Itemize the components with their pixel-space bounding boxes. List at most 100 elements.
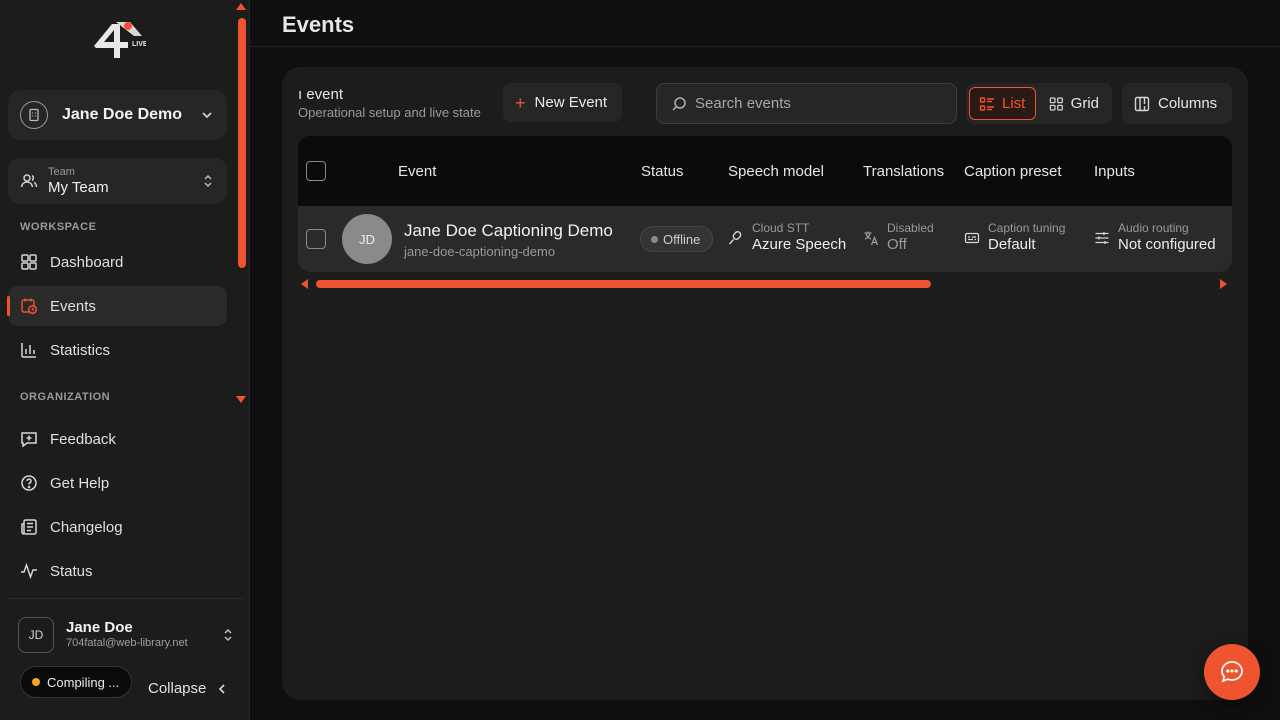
chevron-down-icon (202, 112, 212, 119)
columns-icon (1134, 96, 1150, 111)
compiling-status-badge: Compiling ... (20, 666, 132, 698)
columns-button[interactable]: Columns (1122, 83, 1232, 124)
sidebar-item-get-help[interactable]: Get Help (8, 463, 227, 503)
view-list-label: List (1002, 95, 1026, 112)
speech-model-value: Azure Speech (752, 235, 847, 253)
sidebar-item-events[interactable]: Events (7, 286, 227, 326)
compiling-label: Compiling ... (47, 674, 120, 690)
logo[interactable]: LIVE (90, 18, 148, 62)
sidebar-item-label: Statistics (50, 341, 111, 359)
chevron-left-icon (219, 683, 225, 694)
sidebar-item-label: Status (50, 562, 93, 580)
collapse-label: Collapse (148, 680, 207, 697)
speech-model-provider: Cloud STT (752, 221, 810, 235)
sidebar-item-label: Get Help (50, 474, 110, 492)
help-circle-icon (21, 475, 37, 491)
column-header-translations[interactable]: Translations (863, 163, 944, 180)
captions-icon (964, 232, 980, 243)
translations-cell: Disabled Off (863, 221, 934, 253)
plus-icon: + (515, 92, 526, 113)
view-list-button[interactable]: List (969, 87, 1036, 120)
sidebar-divider (8, 598, 243, 599)
collapse-sidebar-button[interactable]: Collapse (148, 680, 228, 697)
list-icon (979, 96, 994, 111)
org-name: Jane Doe Demo (62, 106, 183, 123)
speech-model-cell: Cloud STT Azure Speech (728, 221, 847, 253)
event-slug: jane-doe-captioning-demo (404, 244, 556, 259)
sidebar-item-dashboard[interactable]: Dashboard (8, 242, 227, 282)
search-icon (672, 96, 686, 111)
building-icon (20, 101, 48, 129)
grid-icon (1049, 96, 1063, 111)
scroll-left-arrow[interactable] (301, 279, 308, 289)
chevron-up-down-icon (204, 174, 212, 188)
status-label: Offline (663, 231, 701, 247)
user-name: Jane Doe (66, 619, 133, 637)
new-event-label: New Event (534, 94, 608, 111)
column-header-event[interactable]: Event (398, 163, 436, 180)
column-header-inputs[interactable]: Inputs (1094, 163, 1135, 180)
column-header-caption-preset[interactable]: Caption preset (964, 163, 1062, 180)
row-checkbox[interactable] (306, 229, 326, 249)
workspace-section-label: WORKSPACE (20, 221, 97, 233)
scroll-up-arrow[interactable] (236, 3, 246, 10)
calendar-clock-icon (21, 298, 38, 315)
dashboard-icon (21, 254, 37, 270)
translate-icon (864, 231, 879, 245)
sidebar-item-label: Feedback (50, 430, 116, 448)
team-switcher[interactable]: Team My Team (8, 158, 227, 204)
search-box[interactable] (656, 83, 957, 124)
sidebar-item-feedback[interactable]: Feedback (8, 419, 227, 459)
column-header-speech-model[interactable]: Speech model (728, 163, 824, 180)
events-table: Event Status Speech model Translations C… (298, 136, 1232, 272)
sidebar-item-label: Events (50, 297, 96, 315)
top-bar: Events (250, 0, 1280, 47)
scroll-right-arrow[interactable] (1220, 279, 1227, 289)
svg-text:LIVE: LIVE (132, 41, 146, 48)
scroll-down-arrow[interactable] (236, 396, 246, 403)
caption-preset-value: Default (988, 235, 1036, 253)
sliders-icon (1095, 231, 1109, 244)
newspaper-icon (21, 519, 37, 535)
event-avatar: JD (342, 214, 392, 264)
view-toggle: List Grid (966, 83, 1112, 124)
user-menu[interactable]: JD Jane Doe 704fatal@web-library.net (8, 612, 235, 658)
user-email: 704fatal@web-library.net (66, 637, 188, 650)
inputs-value: Not configured (1118, 235, 1216, 253)
table-row[interactable]: JD Jane Doe Captioning Demo jane-doe-cap… (298, 206, 1232, 272)
translations-value: Off (887, 235, 907, 253)
new-event-button[interactable]: + New Event (503, 83, 622, 122)
bar-chart-icon (21, 343, 36, 358)
search-input[interactable] (695, 95, 956, 112)
translations-state: Disabled (887, 221, 934, 235)
view-grid-button[interactable]: Grid (1040, 87, 1108, 120)
sidebar-item-changelog[interactable]: Changelog (8, 507, 227, 547)
status-badge: Offline (640, 226, 713, 252)
message-plus-icon (21, 432, 37, 448)
sidebar-item-label: Changelog (50, 518, 123, 536)
org-switcher[interactable]: Jane Doe Demo (8, 90, 227, 140)
inputs-label: Audio routing (1118, 221, 1189, 235)
team-label: Team (48, 166, 75, 178)
caption-preset-label: Caption tuning (988, 221, 1066, 235)
status-dot-icon (32, 678, 40, 686)
column-header-status[interactable]: Status (641, 163, 684, 180)
organization-section-label: ORGANIZATION (20, 391, 111, 403)
app-root: LIVE Jane Doe Demo Team My Team WORKSPAC… (0, 0, 1280, 720)
users-icon (20, 174, 38, 188)
microphone-icon (728, 230, 742, 244)
table-horizontal-scrollbar[interactable] (316, 280, 931, 288)
sidebar-item-statistics[interactable]: Statistics (8, 330, 227, 370)
activity-icon (21, 562, 37, 580)
panel-subtitle: Operational setup and live state (298, 105, 481, 120)
sidebar-scrollbar[interactable] (238, 18, 246, 268)
chat-button[interactable] (1204, 644, 1260, 700)
event-name[interactable]: Jane Doe Captioning Demo (404, 221, 613, 241)
page-title: Events (282, 12, 355, 37)
view-grid-label: Grid (1070, 95, 1099, 112)
team-name: My Team (48, 179, 109, 196)
caption-preset-cell: Caption tuning Default (964, 221, 1066, 253)
sidebar-item-status[interactable]: Status (8, 551, 227, 591)
select-all-checkbox[interactable] (306, 161, 326, 181)
chat-bubble-icon (1221, 661, 1243, 683)
